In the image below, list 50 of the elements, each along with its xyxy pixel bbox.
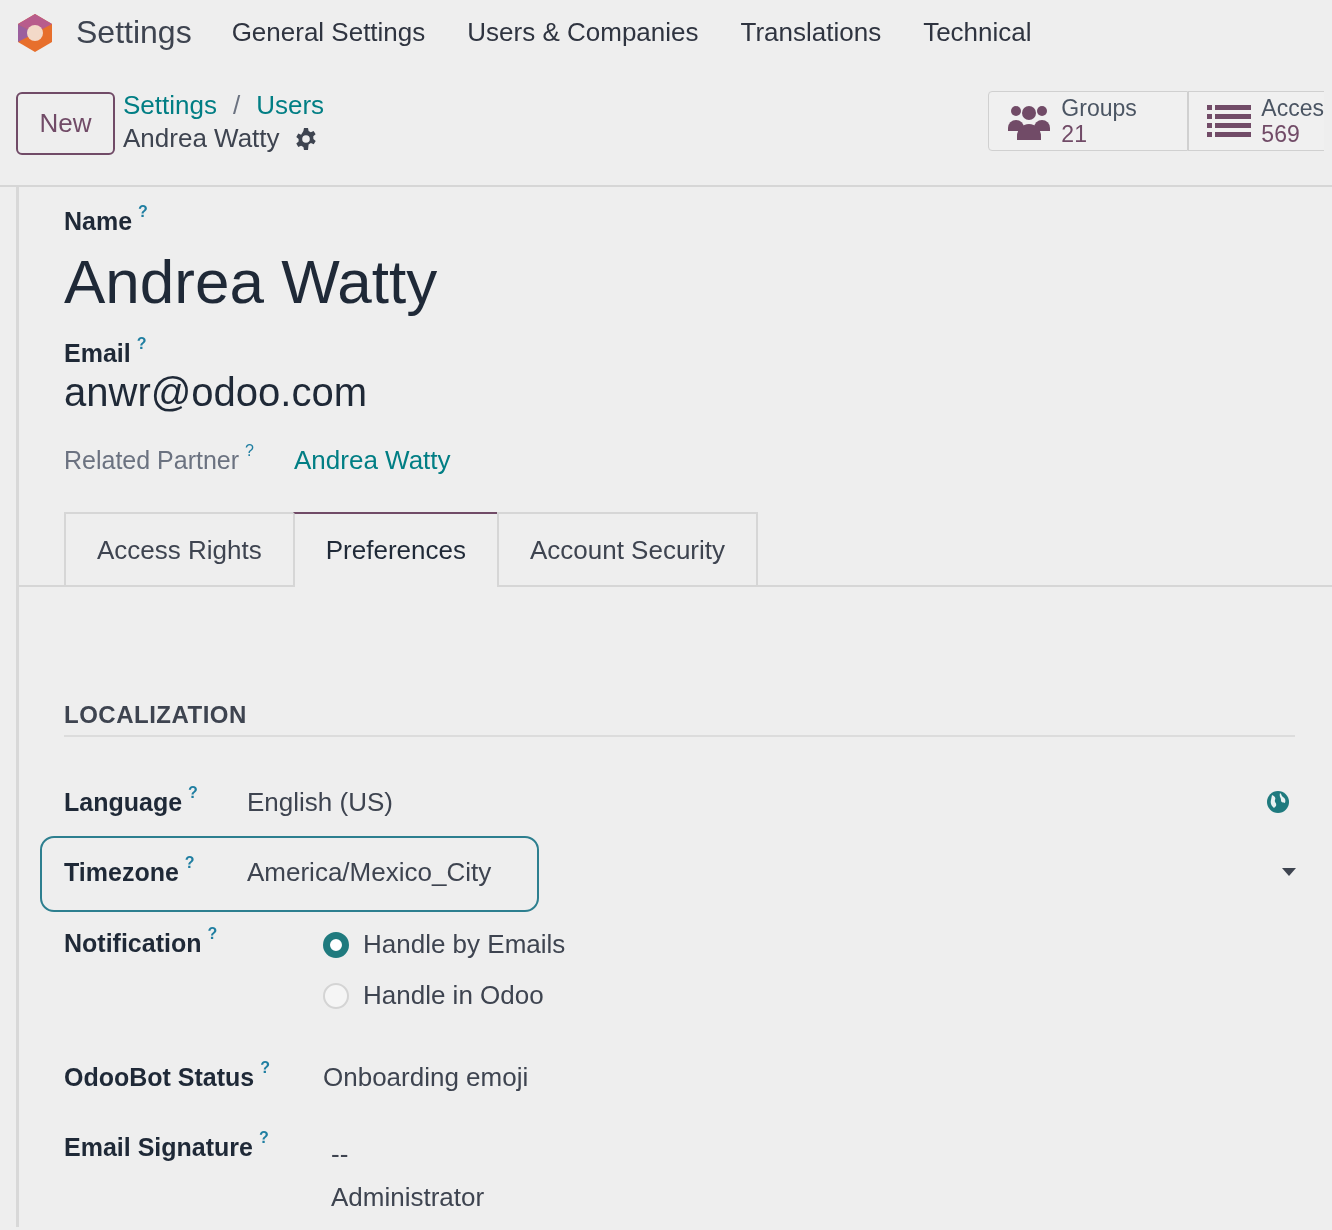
field-value[interactable]: English (US) (247, 786, 393, 818)
help-icon[interactable]: ? (188, 783, 198, 801)
breadcrumb-link[interactable]: Settings (123, 90, 217, 121)
help-icon[interactable]: ? (260, 1058, 271, 1076)
breadcrumb-separator: / (232, 90, 241, 121)
menu-item[interactable]: Users & Companies (467, 17, 699, 48)
stat-value: 21 (1061, 121, 1088, 147)
menu-item[interactable]: General Settings (231, 17, 426, 48)
name-value: Andrea Watty (64, 246, 439, 317)
tab[interactable]: Preferences (292, 512, 499, 587)
radio-label[interactable]: Handle in Odoo (363, 980, 544, 1011)
field-value[interactable]: America/Mexico_City (247, 856, 492, 888)
stat-label: Groups (1061, 95, 1137, 121)
field-label: Name (64, 207, 133, 235)
list-icon (1207, 102, 1252, 140)
globe-icon[interactable] (1266, 790, 1290, 814)
record-name: Andrea Watty (123, 123, 280, 154)
new-button[interactable]: New (16, 92, 115, 155)
email-value: anwr@odoo.com (64, 370, 368, 415)
radio-label[interactable]: Handle by Emails (363, 929, 566, 960)
tab[interactable]: Account Security (496, 512, 758, 587)
caret-icon[interactable] (1282, 868, 1296, 876)
stat-button[interactable]: Acces 569 (1188, 91, 1324, 151)
menu-item[interactable]: Technical (923, 17, 1032, 48)
field-label: Email Signature (64, 1133, 253, 1161)
help-icon[interactable]: ? (138, 203, 148, 220)
field-label: Timezone (64, 857, 179, 886)
field-label: Email (64, 339, 131, 367)
field-label: Related Partner (64, 446, 240, 474)
signature-line: Administrator (331, 1182, 485, 1213)
breadcrumb-link[interactable]: Users (256, 90, 325, 121)
help-icon[interactable]: ? (184, 853, 195, 871)
help-icon[interactable]: ? (207, 925, 218, 942)
help-icon[interactable]: ? (258, 1129, 269, 1146)
field-label: Language (64, 787, 183, 816)
gear-icon[interactable] (293, 126, 318, 151)
app-title[interactable]: Settings (76, 14, 192, 51)
signature-line: -- (331, 1139, 350, 1170)
field-label: Notification (64, 929, 202, 957)
field-value[interactable]: Onboarding emoji (323, 1061, 529, 1093)
partner-link[interactable]: Andrea Watty (294, 445, 451, 476)
section-title: LOCALIZATION (64, 701, 1295, 737)
stat-button[interactable]: Groups 21 (988, 91, 1189, 151)
radio-button[interactable] (323, 931, 349, 958)
help-icon[interactable]: ? (245, 442, 254, 459)
field-label: OdooBot Status (64, 1062, 255, 1091)
stat-value: 569 (1261, 121, 1301, 147)
help-icon[interactable]: ? (136, 335, 147, 352)
menu-item[interactable]: Translations (740, 17, 882, 48)
stat-label: Acces (1261, 95, 1324, 121)
